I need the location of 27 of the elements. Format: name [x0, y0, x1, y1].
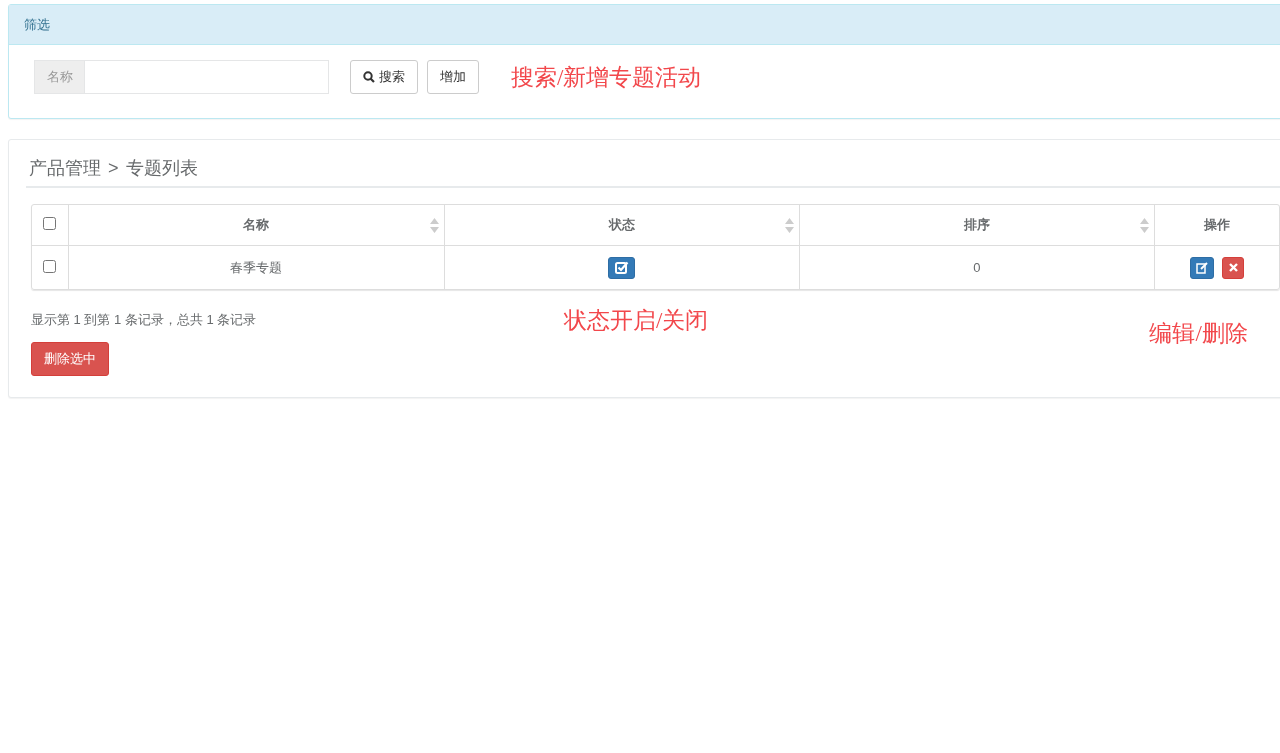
panel-title: 筛选 [24, 15, 50, 34]
search-button[interactable]: 搜索 [350, 60, 418, 94]
table-cell: 0 [798, 246, 1155, 289]
column-header[interactable]: 状态 [443, 205, 799, 246]
breadcrumb-item[interactable]: 产品管理 [29, 156, 101, 180]
edit-icon [1196, 261, 1209, 274]
row-checkbox[interactable] [43, 259, 57, 273]
select-all-checkbox[interactable] [43, 217, 57, 230]
status-toggle-button[interactable] [608, 256, 636, 279]
breadcrumb-separator: > [108, 157, 119, 179]
checked-box-icon [614, 261, 629, 274]
edit-button[interactable] [1190, 256, 1215, 279]
close-icon [1228, 263, 1238, 272]
delete-selected-button[interactable]: 删除选中 [31, 342, 109, 376]
column-header: 操作 [1154, 205, 1279, 246]
annotation-text: 搜索/新增专题活动 [511, 63, 702, 92]
field-label: 名称 [35, 61, 85, 93]
breadcrumb-item[interactable]: 专题列表 [125, 156, 198, 180]
record-summary: 显示第 1 到第 1 条记录，总共 1 条记录 [31, 311, 258, 329]
add-button[interactable]: 增加 [427, 60, 479, 94]
search-icon [363, 71, 375, 83]
annotation-text: 编辑/删除 [1149, 320, 1248, 348]
delete-button[interactable] [1222, 256, 1245, 279]
column-header[interactable]: 名称 [67, 205, 444, 246]
table-cell: 春季专题 [67, 246, 444, 289]
column-header[interactable]: 排序 [798, 205, 1155, 246]
annotation-text: 状态开启/关闭 [564, 307, 709, 335]
